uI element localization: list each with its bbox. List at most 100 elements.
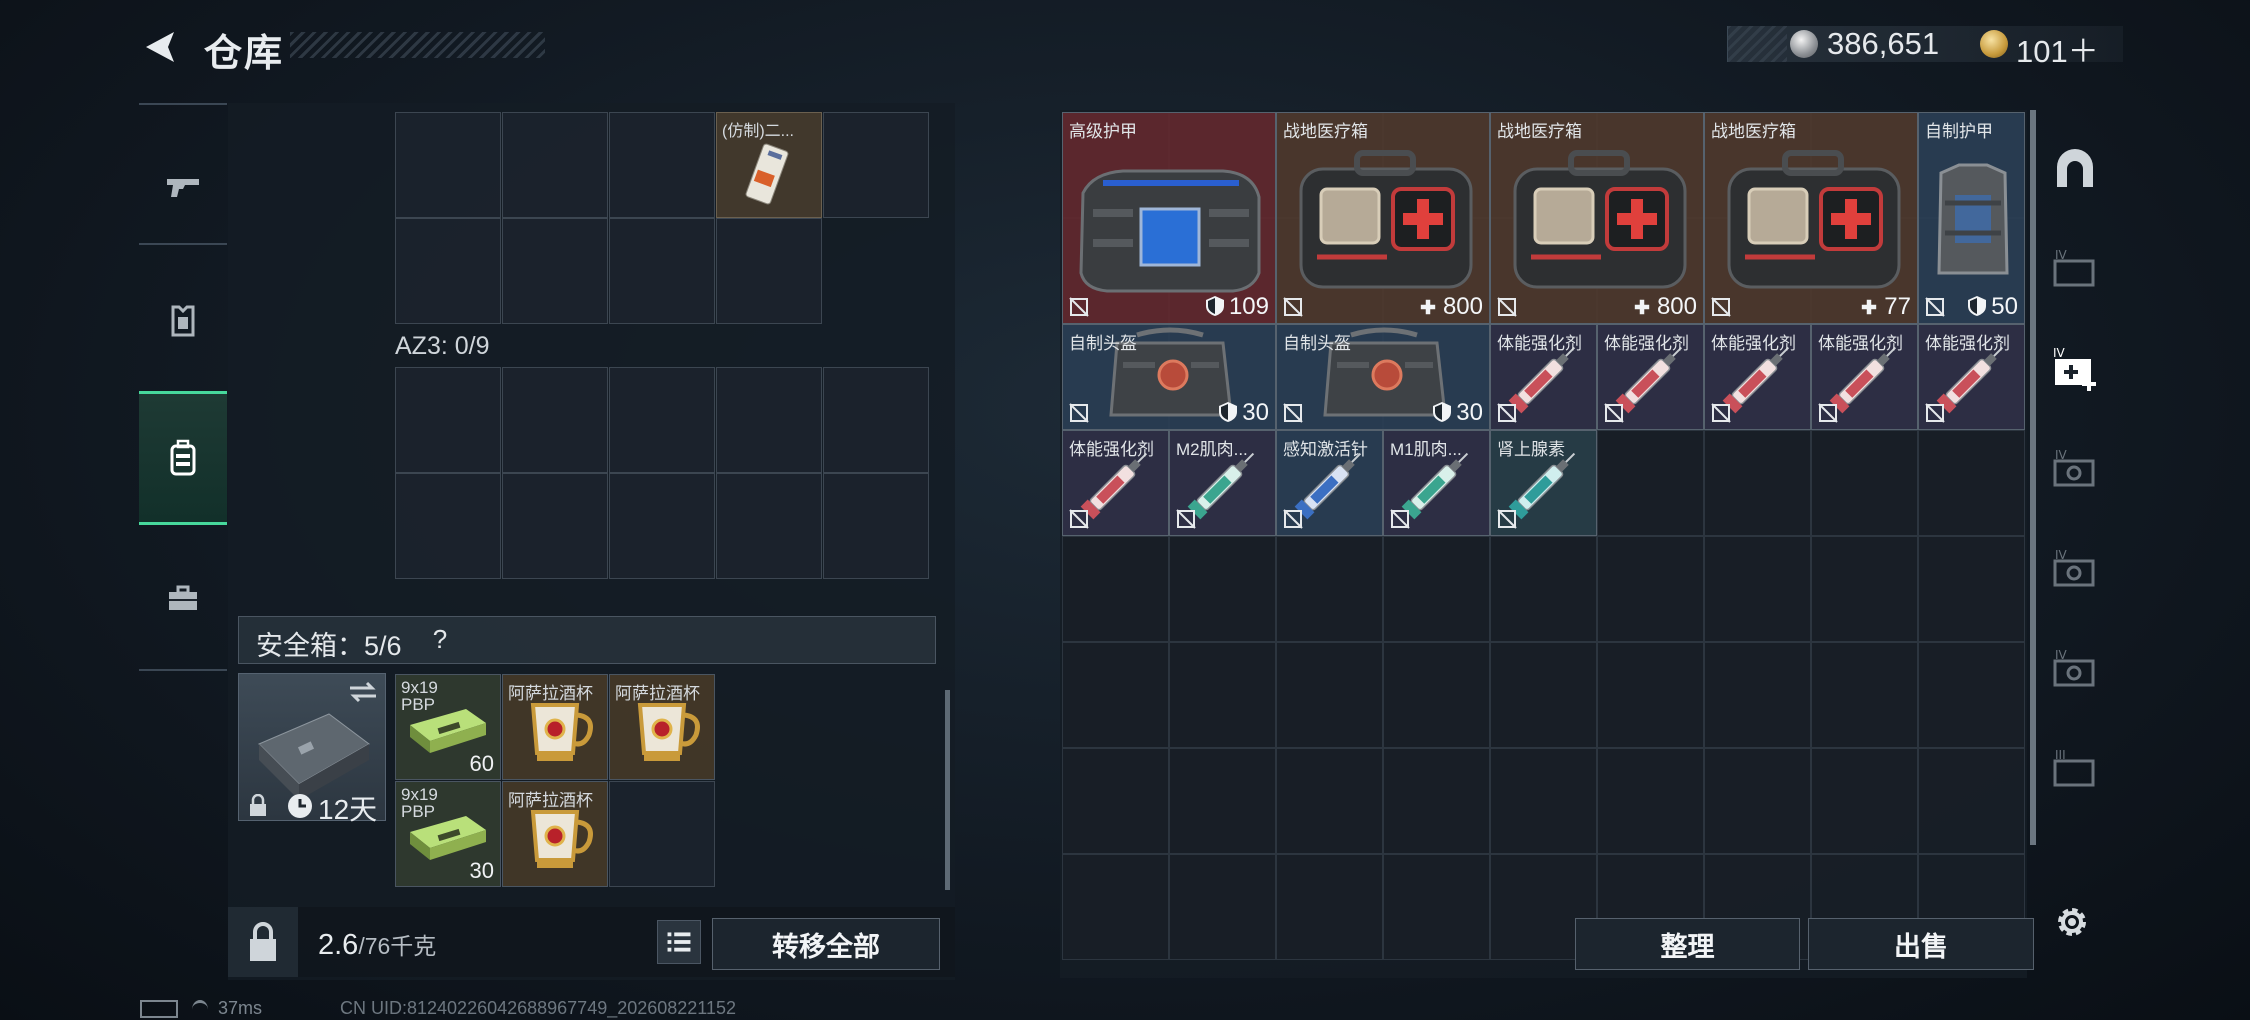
stash-slot[interactable] [1704, 430, 1811, 536]
grid-slot[interactable] [395, 367, 501, 473]
grid-slot[interactable] [823, 367, 929, 473]
tab-backpack[interactable] [139, 391, 227, 525]
stash-slot[interactable] [1918, 536, 2025, 642]
stash-slot[interactable] [1918, 430, 2025, 536]
tab-stash-iii[interactable]: III [2040, 722, 2110, 818]
stash-slot[interactable] [1276, 748, 1383, 854]
stash-item[interactable]: 体能强化剂 [1490, 324, 1597, 430]
stash-slot[interactable] [1062, 642, 1169, 748]
stash-slot[interactable] [1597, 430, 1704, 536]
stash-slot[interactable] [1490, 536, 1597, 642]
sell-button[interactable]: 出售 [1808, 918, 2034, 970]
stash-item[interactable]: 感知激活针 [1276, 430, 1383, 536]
stash-slot[interactable] [1276, 854, 1383, 960]
tab-stash-iv-4[interactable]: IV [2040, 622, 2110, 718]
tab-all-stash[interactable] [2040, 122, 2110, 218]
grid-slot[interactable] [716, 218, 822, 324]
stash-slot[interactable] [1704, 748, 1811, 854]
grid-slot[interactable] [502, 112, 608, 218]
tab-weapons[interactable] [139, 123, 227, 251]
stash-slot[interactable] [1811, 430, 1918, 536]
back-button[interactable] [138, 26, 180, 68]
stash-item[interactable]: 肾上腺素 [1490, 430, 1597, 536]
swap-icon[interactable] [348, 680, 378, 704]
grid-slot[interactable] [609, 367, 715, 473]
stash-slot[interactable] [1597, 642, 1704, 748]
stash-item[interactable]: 体能强化剂 [1597, 324, 1704, 430]
tab-toolbox[interactable] [139, 535, 227, 663]
stash-slot[interactable] [1490, 748, 1597, 854]
stash-slot[interactable] [1169, 748, 1276, 854]
grid-slot[interactable] [609, 473, 715, 579]
stash-item[interactable]: 体能强化剂 [1918, 324, 2025, 430]
tab-stash-iv-2[interactable]: IV [2040, 422, 2110, 518]
stash-slot[interactable] [1169, 642, 1276, 748]
item-cell-card[interactable]: (仿制)二... [716, 112, 822, 218]
stash-slot[interactable] [1169, 854, 1276, 960]
stash-slot[interactable] [1276, 642, 1383, 748]
stash-slot[interactable] [1918, 748, 2025, 854]
stash-slot[interactable] [1383, 642, 1490, 748]
safe-item-cup[interactable]: 阿萨拉酒杯 [502, 674, 608, 780]
help-button[interactable]: ? [425, 624, 455, 654]
tab-stash-iv-3[interactable]: IV [2040, 522, 2110, 618]
stash-item[interactable]: 体能强化剂 [1062, 430, 1169, 536]
safe-item-cup[interactable]: 阿萨拉酒杯 [502, 781, 608, 887]
grid-slot[interactable] [609, 218, 715, 324]
stash-slot[interactable] [1597, 536, 1704, 642]
stash-item[interactable]: 高级护甲 109 [1062, 112, 1276, 324]
stash-item[interactable]: 体能强化剂 [1811, 324, 1918, 430]
stash-slot[interactable] [1811, 536, 1918, 642]
grid-slot[interactable] [502, 367, 608, 473]
stash-slot[interactable] [1704, 642, 1811, 748]
safe-item-cup[interactable]: 阿萨拉酒杯 [609, 674, 715, 780]
stash-item[interactable]: 自制头盔 30 [1062, 324, 1276, 430]
transfer-all-button[interactable]: 转移全部 [712, 918, 940, 970]
stash-slot[interactable] [1383, 854, 1490, 960]
right-scrollbar[interactable] [2030, 110, 2036, 845]
grid-slot[interactable] [395, 218, 501, 324]
stash-slot[interactable] [1811, 748, 1918, 854]
stash-slot[interactable] [1490, 642, 1597, 748]
weight-lock-button[interactable] [228, 907, 298, 977]
stash-slot[interactable] [1704, 536, 1811, 642]
stash-slot[interactable] [1597, 748, 1704, 854]
grid-slot[interactable] [823, 473, 929, 579]
stash-slot[interactable] [1276, 536, 1383, 642]
safe-empty-slot[interactable] [609, 781, 715, 887]
stash-item[interactable]: 体能强化剂 [1704, 324, 1811, 430]
grid-slot[interactable] [395, 112, 501, 218]
grid-slot[interactable] [609, 112, 715, 218]
tab-armor[interactable] [139, 257, 227, 385]
stash-slot[interactable] [1062, 748, 1169, 854]
grid-slot[interactable] [502, 218, 608, 324]
stash-item[interactable]: 自制护甲 50 [1918, 112, 2025, 324]
stash-slot[interactable] [1062, 536, 1169, 642]
stash-slot[interactable] [1918, 642, 2025, 748]
gold-balance-add-button[interactable]: 101＋ [2016, 26, 2099, 71]
stash-item[interactable]: M1肌肉... [1383, 430, 1490, 536]
grid-slot[interactable] [823, 112, 929, 218]
safe-item-ammo[interactable]: 9x19 PBP 30 [395, 781, 501, 887]
stash-item[interactable]: M2肌肉... [1169, 430, 1276, 536]
stash-slot[interactable] [1383, 536, 1490, 642]
left-scrollbar[interactable] [945, 690, 950, 890]
stash-slot[interactable] [1169, 536, 1276, 642]
tab-add-stash[interactable]: IV [2040, 322, 2110, 418]
stash-item[interactable]: 战地医疗箱 800 [1276, 112, 1490, 324]
stash-slot[interactable] [1811, 642, 1918, 748]
list-view-button[interactable] [657, 920, 701, 964]
grid-slot[interactable] [716, 367, 822, 473]
stash-item[interactable]: 战地医疗箱 800 [1490, 112, 1704, 324]
stash-slot[interactable] [1062, 854, 1169, 960]
stash-item[interactable]: 战地医疗箱 77 [1704, 112, 1918, 324]
stash-item[interactable]: 自制头盔 30 [1276, 324, 1490, 430]
tab-stash-iv-1[interactable]: IV [2040, 222, 2110, 318]
sort-button[interactable]: 整理 [1575, 918, 1800, 970]
stash-slot[interactable] [1383, 748, 1490, 854]
grid-slot[interactable] [502, 473, 608, 579]
safe-item-ammo[interactable]: 9x19 PBP 60 [395, 674, 501, 780]
grid-slot[interactable] [395, 473, 501, 579]
settings-gear-icon[interactable] [2052, 902, 2092, 942]
grid-slot[interactable] [716, 473, 822, 579]
